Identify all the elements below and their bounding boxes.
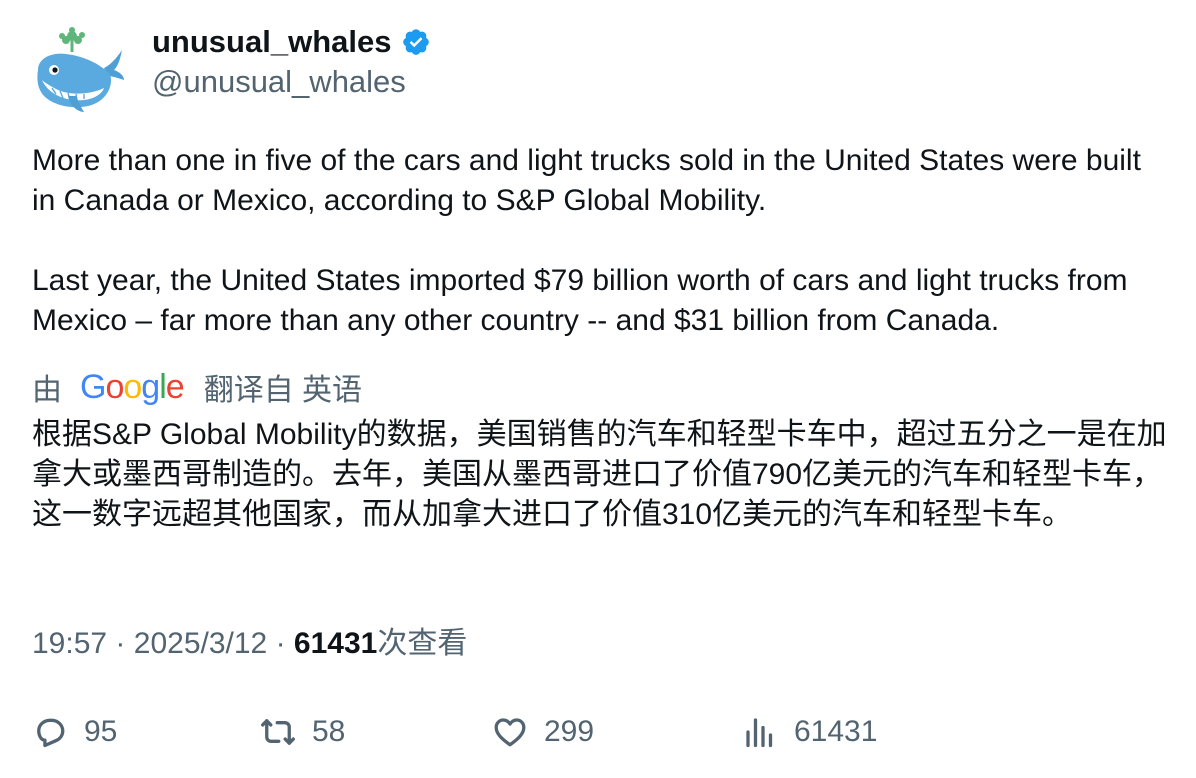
reply-count: 95 — [84, 715, 118, 748]
meta-separator: · — [115, 627, 126, 660]
analytics-icon — [746, 718, 773, 748]
meta-separator: · — [275, 627, 286, 660]
author-name-row: unusual_whales — [152, 22, 431, 62]
translation-prefix: 由 — [32, 374, 62, 407]
reply-icon — [37, 718, 65, 748]
retweet-count: 58 — [312, 715, 346, 748]
google-logo: Google — [80, 367, 185, 406]
retweet-button[interactable]: 58 — [260, 710, 345, 754]
views-action-count: 61431 — [794, 715, 878, 748]
tweet-date[interactable]: 2025/3/12 — [134, 627, 267, 660]
like-count: 299 — [544, 715, 595, 748]
translated-text: 根据S&P Global Mobility的数据，美国销售的汽车和轻型卡车中，超… — [32, 418, 1167, 531]
translation-suffix: 翻译自 英语 — [203, 374, 363, 407]
tweet-time[interactable]: 19:57 — [32, 627, 107, 660]
action-bar: 95 58 299 61431 — [32, 710, 1172, 754]
tweet-text: More than one in five of the cars and li… — [32, 144, 1141, 337]
tweet-meta: 19:57 · 2025/3/12 · 61431次查看 — [32, 624, 467, 664]
author-handle[interactable]: @unusual_whales — [152, 62, 406, 102]
heart-icon — [494, 718, 526, 747]
author-display-name[interactable]: unusual_whales — [152, 22, 391, 62]
whale-avatar-icon — [37, 27, 124, 112]
views-label: 次查看 — [377, 627, 468, 660]
verified-badge-icon[interactable] — [401, 27, 431, 57]
retweet-icon — [261, 719, 295, 745]
like-button[interactable]: 299 — [492, 710, 594, 754]
translation-attribution: 由 Google 翻译自 英语 — [32, 367, 363, 408]
reply-button[interactable]: 95 — [32, 710, 117, 754]
whale-avatar[interactable] — [32, 24, 128, 120]
views-button[interactable]: 61431 — [742, 710, 877, 754]
views-count: 61431 — [293, 627, 378, 660]
